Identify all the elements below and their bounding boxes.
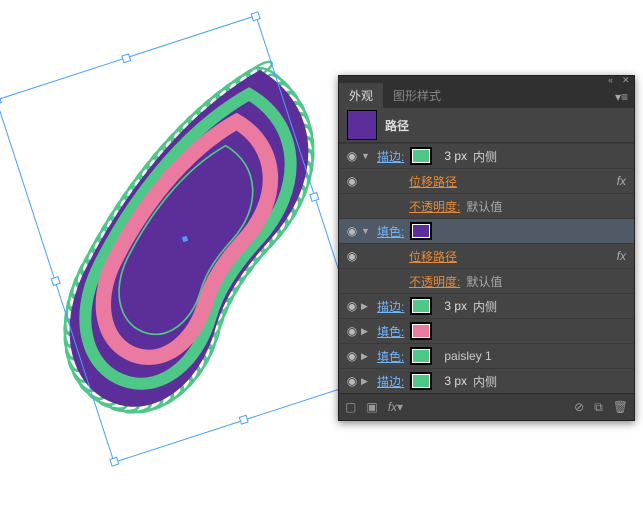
effect-offset-path[interactable]: 位移路径: [409, 248, 457, 265]
selection-center[interactable]: [182, 236, 188, 242]
visibility-toggle-icon[interactable]: ◉: [343, 374, 361, 388]
stroke-side[interactable]: 内侧: [473, 373, 497, 390]
visibility-toggle-icon: ◉: [343, 274, 361, 288]
appearance-rows: ◉▼描边:3 px内侧◉位移路径fx◉不透明度:默认值◉▼填色:◉位移路径fx◉…: [339, 143, 634, 393]
visibility-toggle-icon[interactable]: ◉: [343, 174, 361, 188]
pattern-name[interactable]: paisley 1: [444, 349, 491, 363]
color-swatch[interactable]: [410, 147, 432, 165]
opacity-value[interactable]: 默认值: [466, 198, 502, 215]
attribute-label[interactable]: 填色:: [377, 223, 404, 240]
clear-appearance-icon[interactable]: ⊘: [574, 400, 584, 414]
appearance-row[interactable]: ◉ 位移路径 fx: [339, 243, 634, 268]
appearance-row[interactable]: ◉▶ 填色:: [339, 318, 634, 343]
selection-handle[interactable]: [0, 95, 2, 105]
color-swatch[interactable]: [410, 322, 432, 340]
attribute-label[interactable]: 描边:: [377, 148, 404, 165]
appearance-row[interactable]: ◉ 不透明度: 默认值: [339, 193, 634, 218]
panel-close-icon[interactable]: ✕: [622, 76, 630, 84]
color-swatch[interactable]: [410, 347, 432, 365]
expand-toggle-icon[interactable]: ▶: [361, 326, 373, 337]
appearance-row[interactable]: ◉▼ 描边: 3 px 内侧: [339, 143, 634, 168]
expand-toggle-icon[interactable]: ▼: [361, 151, 373, 161]
effect-offset-path[interactable]: 位移路径: [409, 173, 457, 190]
color-swatch[interactable]: [410, 297, 432, 315]
opacity-value[interactable]: 默认值: [466, 273, 502, 290]
expand-toggle-icon[interactable]: ▶: [361, 351, 373, 362]
panel-collapse-icon[interactable]: «: [608, 76, 616, 84]
appearance-row[interactable]: ◉ 位移路径 fx: [339, 168, 634, 193]
new-fill-icon[interactable]: ▣: [366, 400, 377, 414]
attribute-label[interactable]: 描边:: [377, 373, 404, 390]
panel-statusbar: ▢ ▣ fx▾ ⊘ ⧉ 🗑: [339, 393, 634, 420]
visibility-toggle-icon[interactable]: ◉: [343, 249, 361, 263]
appearance-row[interactable]: ◉ 不透明度: 默认值: [339, 268, 634, 293]
stroke-size[interactable]: 3 px: [444, 149, 467, 163]
opacity-label[interactable]: 不透明度:: [409, 273, 460, 290]
stroke-side[interactable]: 内侧: [473, 148, 497, 165]
visibility-toggle-icon[interactable]: ◉: [343, 349, 361, 363]
tab-graphic-styles[interactable]: 图形样式: [383, 83, 451, 108]
tab-appearance[interactable]: 外观: [339, 83, 383, 108]
expand-toggle-icon[interactable]: ▼: [361, 226, 373, 236]
visibility-toggle-icon[interactable]: ◉: [343, 299, 361, 313]
delete-item-icon[interactable]: 🗑: [613, 400, 628, 414]
effect-badge-icon: fx: [617, 249, 626, 263]
attribute-label[interactable]: 填色:: [377, 348, 404, 365]
add-effect-icon[interactable]: fx▾: [388, 400, 403, 414]
visibility-toggle-icon[interactable]: ◉: [343, 324, 361, 338]
appearance-row[interactable]: ◉▶ 描边: 3 px 内侧: [339, 293, 634, 318]
attribute-label[interactable]: 填色:: [377, 323, 404, 340]
selection-handle[interactable]: [51, 276, 61, 286]
visibility-toggle-icon[interactable]: ◉: [343, 224, 361, 238]
visibility-toggle-icon[interactable]: ◉: [343, 149, 361, 163]
visibility-toggle-icon: ◉: [343, 199, 361, 213]
color-swatch[interactable]: [410, 372, 432, 390]
appearance-row[interactable]: ◉▶ 填色: paisley 1: [339, 343, 634, 368]
expand-toggle-icon[interactable]: ▶: [361, 376, 373, 387]
stroke-size[interactable]: 3 px: [444, 299, 467, 313]
object-title: 路径: [385, 117, 409, 134]
new-stroke-icon[interactable]: ▢: [345, 400, 356, 414]
appearance-panel: « ✕ 外观 图形样式 ▾≡ 路径 ◉▼描边:3 px内侧◉位移路径fx◉不透明…: [338, 75, 635, 421]
opacity-label[interactable]: 不透明度:: [409, 198, 460, 215]
stroke-size[interactable]: 3 px: [444, 374, 467, 388]
stroke-side[interactable]: 内侧: [473, 298, 497, 315]
panel-menu-icon[interactable]: ▾≡: [609, 86, 634, 108]
attribute-label[interactable]: 描边:: [377, 298, 404, 315]
panel-tabs: 外观 图形样式 ▾≡: [339, 84, 634, 108]
object-thumbnail: [347, 110, 377, 140]
appearance-row[interactable]: ◉▶ 描边: 3 px 内侧: [339, 368, 634, 393]
effect-badge-icon: fx: [617, 174, 626, 188]
appearance-row[interactable]: ◉▼ 填色:: [339, 218, 634, 243]
color-swatch[interactable]: [410, 222, 432, 240]
expand-toggle-icon[interactable]: ▶: [361, 301, 373, 312]
object-header: 路径: [339, 108, 634, 143]
duplicate-item-icon[interactable]: ⧉: [594, 400, 603, 415]
